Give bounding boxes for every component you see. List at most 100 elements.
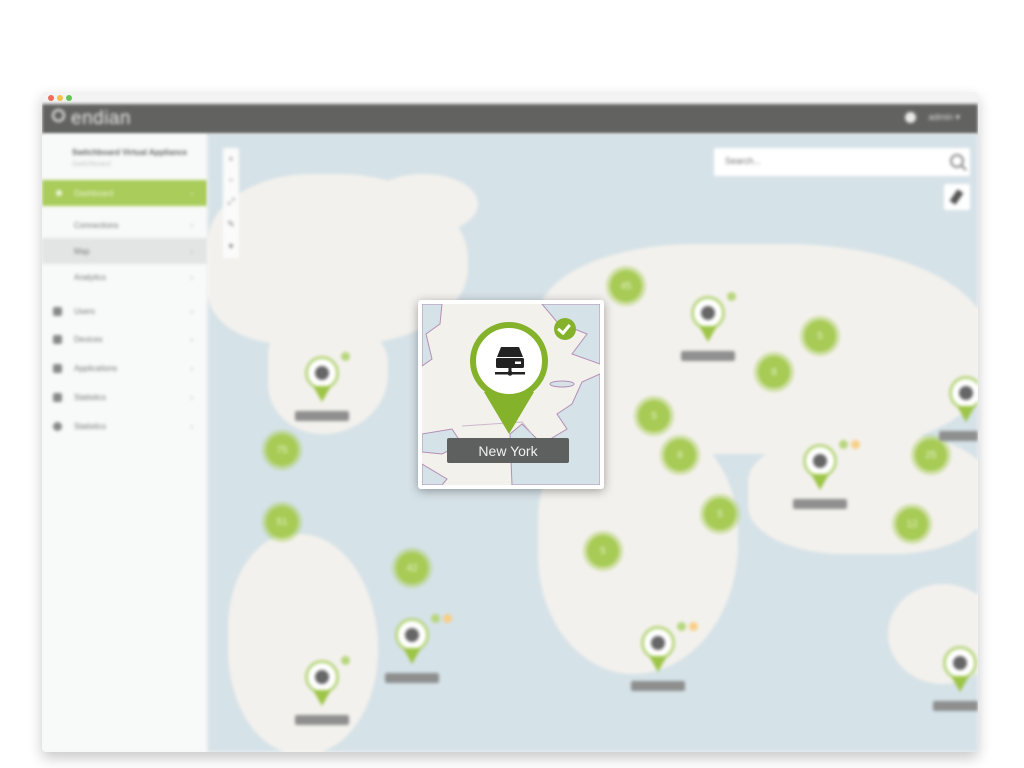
chevron-right-icon: › [190, 188, 193, 198]
chevron-right-icon: › [190, 306, 193, 316]
sidebar-item-label: Users [74, 306, 95, 316]
sidebar-item-statistics[interactable]: Statistics › [42, 384, 207, 410]
status-dot [341, 656, 350, 665]
sidebar-item-analytics[interactable]: Analytics › [42, 264, 207, 290]
map-search-box [714, 148, 970, 176]
location-focus-card[interactable]: New York [418, 300, 604, 489]
chevron-right-icon: › [190, 272, 193, 282]
sidebar-item-users[interactable]: Users › [42, 298, 207, 324]
top-navigation-bar: endian admin ▾ [42, 104, 978, 134]
chevron-right-icon: › [190, 246, 193, 256]
sidebar-item-devices[interactable]: Devices › [42, 326, 207, 352]
sidebar-item-applications[interactable]: Applications › [42, 355, 207, 381]
logo-icon [52, 109, 65, 122]
minimize-window-button[interactable] [57, 95, 63, 101]
search-input[interactable] [723, 155, 947, 167]
server-icon [949, 376, 978, 410]
cluster-marker[interactable]: 8 [664, 439, 696, 471]
maximize-window-button[interactable] [66, 95, 72, 101]
endian-logo[interactable]: endian [52, 108, 131, 130]
location-pin[interactable] [939, 376, 978, 441]
info-icon [53, 421, 62, 431]
chevron-right-icon: › [190, 220, 193, 230]
pin-tip [951, 676, 969, 692]
chevron-right-icon: › [190, 421, 193, 431]
zoom-out-button[interactable]: − [228, 175, 233, 185]
cluster-marker[interactable]: 5 [638, 400, 670, 432]
server-icon [943, 646, 977, 680]
sidebar-item-label: Applications [74, 363, 118, 373]
search-icon[interactable] [950, 154, 964, 168]
server-icon [641, 626, 675, 660]
location-pin[interactable] [681, 292, 736, 361]
pin-tip [313, 690, 331, 706]
cluster-marker[interactable]: 51 [266, 506, 298, 538]
pin-tip [313, 386, 331, 402]
sidebar-item-label: Connections [74, 220, 119, 230]
online-check-icon [554, 318, 576, 340]
sidebar-item-label: Analytics [74, 272, 107, 282]
pin-label [385, 673, 439, 683]
user-menu[interactable]: admin ▾ [928, 112, 960, 123]
pin-head [470, 322, 548, 400]
location-pin[interactable] [793, 440, 860, 509]
location-pin[interactable] [295, 656, 350, 725]
appliance-title: Switchboard Virtual Appliance [72, 148, 188, 157]
cluster-marker[interactable]: 25 [915, 439, 947, 471]
cluster-marker[interactable]: 75 [266, 434, 298, 466]
sidebar-item-statistics-2[interactable]: Statistics › [42, 413, 207, 439]
compass-button[interactable] [944, 184, 970, 210]
pin-label [295, 411, 349, 421]
sidebar: Switchboard Virtual Appliance Switchboar… [42, 134, 208, 752]
chevron-right-icon: › [190, 334, 193, 344]
fullscreen-button[interactable]: ⤢ [227, 196, 234, 207]
status-dot [839, 440, 848, 449]
cluster-marker[interactable]: 8 [758, 356, 790, 388]
edit-button[interactable]: ✎ [227, 219, 235, 230]
server-icon [395, 618, 429, 652]
server-icon [305, 356, 339, 390]
pin-label [793, 499, 847, 509]
sidebar-item-dashboard[interactable]: Dashboard › [42, 180, 207, 206]
chevron-right-icon: › [190, 363, 193, 373]
cluster-marker[interactable]: 5 [587, 535, 619, 567]
location-pin[interactable] [295, 352, 350, 421]
pin-label [295, 715, 349, 725]
greenland-land [368, 174, 478, 234]
status-dot [431, 614, 440, 623]
cluster-marker[interactable]: 12 [896, 508, 928, 540]
chevron-right-icon: › [190, 392, 193, 402]
sidebar-item-label: Statistics [74, 392, 107, 402]
sidebar-item-label: Statistics [74, 421, 107, 431]
logo-text: endian [71, 108, 132, 129]
warning-dot [443, 614, 452, 623]
cluster-marker[interactable]: 45 [610, 270, 642, 302]
cluster-marker[interactable]: 5 [804, 320, 836, 352]
eurasia-land [538, 244, 978, 454]
location-pin[interactable] [385, 614, 452, 683]
pin-tip [957, 406, 975, 422]
top-right-controls: admin ▾ [905, 112, 960, 123]
pin-tip [699, 326, 717, 342]
location-pin[interactable] [933, 646, 978, 711]
sidebar-item-map[interactable]: Map › [42, 238, 207, 264]
cluster-marker[interactable]: 5 [704, 498, 736, 530]
devices-icon [53, 334, 62, 344]
close-window-button[interactable] [48, 95, 54, 101]
appliance-subtitle: Switchboard [72, 161, 111, 168]
sidebar-item-connections[interactable]: Connections › [42, 212, 207, 238]
pin-tip [649, 656, 667, 672]
sidebar-item-label: Devices [74, 334, 103, 344]
location-pin[interactable] [631, 622, 698, 691]
pin-label [939, 431, 978, 441]
chart-icon [53, 392, 62, 402]
zoom-in-button[interactable]: + [228, 154, 233, 164]
warning-dot [689, 622, 698, 631]
filter-button[interactable]: ▾ [229, 241, 234, 252]
window-titlebar [42, 92, 978, 104]
sidebar-item-label: Map [74, 246, 90, 256]
notifications-icon[interactable] [905, 112, 917, 123]
sidebar-item-label: Dashboard [74, 188, 114, 198]
cluster-marker[interactable]: 42 [396, 552, 428, 584]
warning-dot [851, 440, 860, 449]
